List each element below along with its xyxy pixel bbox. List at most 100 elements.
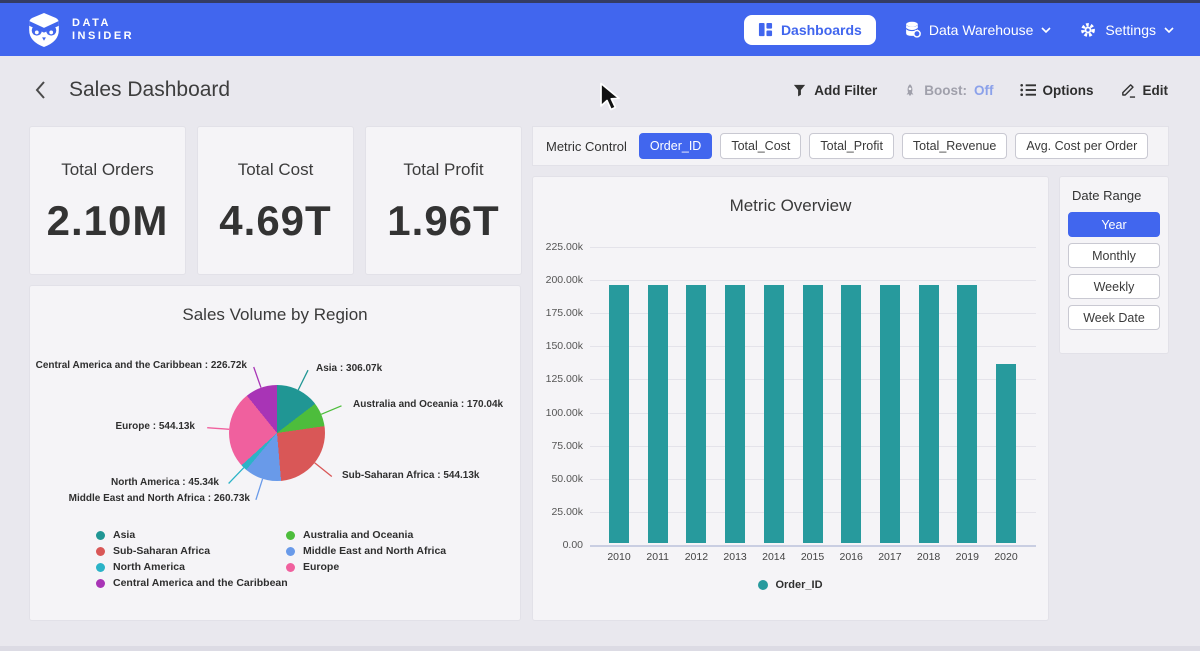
pie-slice-label-asia: Asia : 306.07k — [316, 363, 382, 374]
metric-chip-total-cost[interactable]: Total_Cost — [720, 133, 801, 159]
legend-item-australia-and-oceania[interactable]: Australia and Oceania — [286, 529, 446, 541]
nav-data-warehouse[interactable]: Data Warehouse — [904, 21, 1052, 38]
legend-item-north-america[interactable]: North America — [96, 561, 286, 573]
pie-leader-line — [321, 406, 341, 415]
edit-button[interactable]: Edit — [1120, 82, 1169, 98]
y-tick-label: 100.00k — [533, 407, 583, 419]
bar-yaxis: 225.00k200.00k175.00k150.00k125.00k100.0… — [533, 247, 583, 545]
date-range-label: Date Range — [1072, 188, 1160, 203]
bar-2015[interactable] — [803, 285, 823, 543]
date-range-weekly[interactable]: Weekly — [1068, 274, 1160, 299]
filter-funnel-icon — [792, 83, 807, 98]
legend-label: Middle East and North Africa — [303, 545, 446, 557]
legend-item-asia[interactable]: Asia — [96, 529, 286, 541]
y-tick-label: 75.00k — [533, 440, 583, 452]
y-tick-label: 25.00k — [533, 506, 583, 518]
rocket-icon — [903, 83, 917, 98]
bar-legend-dot-icon — [758, 580, 768, 590]
header-actions: Add Filter Boost: Off Options Edit — [792, 82, 1168, 98]
date-range-card: Date Range Year Monthly Weekly Week Date — [1060, 177, 1168, 353]
legend-item-central-america-and-the-caribbean[interactable]: Central America and the Caribbean — [96, 577, 286, 589]
legend-dot-icon — [96, 547, 105, 556]
date-range-week-date[interactable]: Week Date — [1068, 305, 1160, 330]
gridline — [590, 545, 1036, 547]
metric-chip-order-id[interactable]: Order_ID — [639, 133, 712, 159]
chevron-down-icon — [1164, 27, 1174, 33]
nav-dashboards-button[interactable]: Dashboards — [744, 15, 876, 45]
nav-settings[interactable]: Settings — [1079, 21, 1174, 39]
bar-2017[interactable] — [880, 285, 900, 543]
bar-2014[interactable] — [764, 285, 784, 543]
y-tick-label: 50.00k — [533, 473, 583, 485]
metric-chip-total-profit[interactable]: Total_Profit — [809, 133, 894, 159]
bar-2011[interactable] — [648, 285, 668, 543]
bar-chart-card: Metric Overview 225.00k200.00k175.00k150… — [533, 177, 1048, 620]
gear-icon — [1079, 21, 1097, 39]
nav-settings-label: Settings — [1105, 22, 1156, 38]
x-tick-label-2019: 2019 — [947, 551, 987, 563]
bar-2019[interactable] — [957, 285, 977, 543]
metric-chip-total-revenue[interactable]: Total_Revenue — [902, 133, 1007, 159]
legend-item-sub-saharan-africa[interactable]: Sub-Saharan Africa — [96, 545, 286, 557]
y-tick-label: 225.00k — [533, 241, 583, 253]
app-logo[interactable]: DATA INSIDER — [26, 12, 134, 48]
gridline — [590, 280, 1036, 281]
date-range-year[interactable]: Year — [1068, 212, 1160, 237]
metric-control-bar: Metric Control Order_ID Total_Cost Total_P… — [533, 127, 1168, 165]
x-tick-label-2020: 2020 — [986, 551, 1026, 563]
bar-xaxis: 2010201120122013201420152016201720182019… — [590, 551, 1036, 565]
bar-2020[interactable] — [996, 364, 1016, 543]
y-tick-label: 200.00k — [533, 274, 583, 286]
x-tick-label-2015: 2015 — [793, 551, 833, 563]
boost-label: Boost: — [924, 83, 967, 98]
navbar-menu: Dashboards Data Warehouse Settings — [744, 15, 1174, 45]
metric-control-label: Metric Control — [546, 139, 627, 154]
legend-dot-icon — [96, 563, 105, 572]
pie-legend: AsiaAustralia and OceaniaSub-Saharan Afr… — [96, 529, 446, 589]
bottom-edge — [0, 646, 1200, 651]
y-tick-label: 150.00k — [533, 340, 583, 352]
boost-toggle[interactable]: Boost: Off — [903, 83, 993, 98]
metric-chip-avg-cost-per-order[interactable]: Avg. Cost per Order — [1015, 133, 1148, 159]
page-header: Sales Dashboard Add Filter Boost: Off Op… — [0, 59, 1200, 121]
y-tick-label: 0.00 — [533, 539, 583, 551]
options-button[interactable]: Options — [1020, 83, 1094, 98]
pie-leader-line — [256, 479, 263, 500]
x-tick-label-2012: 2012 — [676, 551, 716, 563]
x-tick-label-2013: 2013 — [715, 551, 755, 563]
pie-slice-label-sub-saharan-africa: Sub-Saharan Africa : 544.13k — [342, 470, 479, 481]
add-filter-button[interactable]: Add Filter — [792, 83, 877, 98]
bar-chart-legend[interactable]: Order_ID — [533, 579, 1048, 591]
pie-leader-line — [207, 428, 229, 430]
kpi-value: 4.69T — [198, 197, 353, 245]
date-range-monthly[interactable]: Monthly — [1068, 243, 1160, 268]
bar-plot — [590, 247, 1036, 545]
legend-dot-icon — [286, 563, 295, 572]
bar-2016[interactable] — [841, 285, 861, 543]
date-range-options: Year Monthly Weekly Week Date — [1068, 212, 1160, 330]
legend-label: North America — [113, 561, 185, 573]
bar-2010[interactable] — [609, 285, 629, 543]
legend-dot-icon — [286, 531, 295, 540]
legend-item-middle-east-and-north-africa[interactable]: Middle East and North Africa — [286, 545, 446, 557]
x-tick-label-2014: 2014 — [754, 551, 794, 563]
bar-2013[interactable] — [725, 285, 745, 543]
logo-text: DATA INSIDER — [72, 17, 134, 43]
bar-2018[interactable] — [919, 285, 939, 543]
back-button[interactable] — [32, 78, 49, 102]
pie-chart[interactable] — [229, 385, 325, 481]
y-tick-label: 175.00k — [533, 307, 583, 319]
pie-leader-line — [254, 367, 261, 388]
pie-slice-label-middle-east-and-north-africa: Middle East and North Africa : 260.73k — [69, 493, 250, 504]
legend-item-europe[interactable]: Europe — [286, 561, 446, 573]
bar-2012[interactable] — [686, 285, 706, 543]
kpi-label: Total Profit — [366, 160, 521, 180]
x-tick-label-2010: 2010 — [599, 551, 639, 563]
legend-label: Europe — [303, 561, 339, 573]
nav-data-warehouse-label: Data Warehouse — [929, 22, 1034, 38]
legend-label: Central America and the Caribbean — [113, 577, 288, 589]
logo-line2: INSIDER — [72, 30, 134, 43]
metric-chip-list: Order_ID Total_Cost Total_Profit Total_Reve… — [639, 133, 1148, 159]
list-options-icon — [1020, 83, 1036, 97]
y-tick-label: 125.00k — [533, 373, 583, 385]
